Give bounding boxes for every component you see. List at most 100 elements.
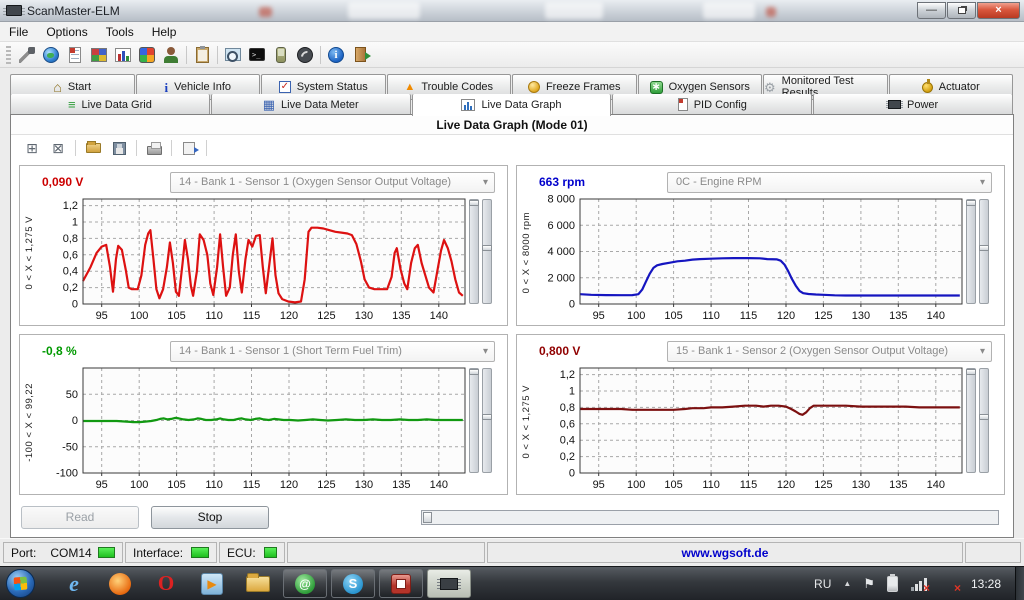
tab-label: Live Data Meter [281, 99, 359, 111]
ecu-label: ECU: [227, 546, 256, 560]
restore-button[interactable] [947, 2, 976, 19]
chart-view-button[interactable] [111, 44, 135, 66]
svg-text:120: 120 [777, 310, 795, 322]
scale-slider[interactable] [469, 368, 479, 473]
titlebar-glass-artifact [703, 2, 755, 19]
taskbar-ie[interactable]: e [61, 571, 87, 597]
gauge-button[interactable] [293, 44, 317, 66]
list-icon: ≡ [68, 98, 76, 111]
terminal-button[interactable]: >_ [245, 44, 269, 66]
theme-button[interactable] [135, 44, 159, 66]
scale-slider[interactable] [966, 199, 976, 304]
user-button[interactable] [159, 44, 183, 66]
website-link[interactable]: www.wgsoft.de [487, 542, 963, 563]
taskbar-media-player[interactable]: ▶ [199, 571, 225, 597]
device-icon [276, 47, 286, 63]
globe-icon [43, 47, 59, 63]
svg-text:110: 110 [205, 479, 223, 491]
tab-power[interactable]: Power [813, 94, 1013, 116]
start-button[interactable] [6, 569, 35, 598]
remove-pid-button[interactable]: ⊠ [45, 138, 71, 159]
titlebar[interactable]: ScanMaster-ELM — × [0, 0, 1024, 22]
chart-panel-stft: -0,8 % 14 - Bank 1 - Sensor 1 (Short Ter… [19, 334, 508, 495]
stop-button[interactable]: Stop [151, 506, 269, 529]
chart-panel-o2-b1s2: 0,800 V 15 - Bank 1 - Sensor 2 (Oxygen S… [516, 334, 1005, 495]
svg-text:130: 130 [852, 310, 870, 322]
action-center-flag-icon[interactable]: ⚑ [863, 576, 875, 592]
export-button[interactable] [176, 138, 202, 159]
taskbar-messenger[interactable]: @ [283, 569, 327, 598]
printer-icon [147, 146, 162, 155]
svg-text:135: 135 [392, 310, 410, 322]
language-indicator[interactable]: RU [814, 577, 831, 591]
svg-text:0: 0 [72, 299, 78, 311]
pid-select[interactable]: 0C - Engine RPM ▾ [667, 172, 992, 193]
svg-text:120: 120 [280, 310, 298, 322]
tab-live-data-graph[interactable]: Live Data Graph [412, 94, 612, 116]
taskbar-red-app[interactable] [379, 569, 423, 598]
color-window-icon [139, 47, 155, 63]
tray-expand-icon[interactable]: ▲ [843, 579, 851, 588]
tab-live-data-meter[interactable]: ▦ Live Data Meter [211, 94, 411, 116]
taskbar-skype[interactable]: S [331, 569, 375, 598]
status-empty [287, 542, 485, 563]
about-button[interactable]: i [324, 44, 348, 66]
device-button[interactable] [269, 44, 293, 66]
interface-label: Interface: [133, 546, 183, 560]
close-button[interactable]: × [977, 2, 1020, 19]
battery-icon[interactable] [887, 576, 898, 592]
save-button[interactable] [106, 138, 132, 159]
tab-live-data-grid[interactable]: ≡Live Data Grid [10, 94, 210, 116]
titlebar-glass-artifact [545, 2, 603, 19]
taskbar-scanmaster-active[interactable] [427, 569, 471, 598]
read-button[interactable]: Read [21, 506, 139, 529]
print-button[interactable] [141, 138, 167, 159]
show-desktop-button[interactable] [1015, 567, 1024, 600]
volume-muted-icon[interactable] [939, 576, 959, 592]
folder-icon [246, 576, 270, 592]
pid-select[interactable]: 14 - Bank 1 - Sensor 1 (Short Term Fuel … [170, 341, 495, 362]
svg-text:1: 1 [569, 386, 575, 398]
svg-text:110: 110 [205, 310, 223, 322]
svg-text:0,8: 0,8 [560, 402, 575, 414]
chart-sliders [469, 194, 492, 304]
freeze-frames-icon [528, 81, 540, 93]
report-button[interactable] [63, 44, 87, 66]
svg-text:1: 1 [72, 217, 78, 229]
connect-button[interactable] [15, 44, 39, 66]
taskbar-firefox[interactable] [107, 571, 133, 597]
offset-slider[interactable] [482, 368, 492, 473]
web-button[interactable] [39, 44, 63, 66]
clipboard-button[interactable] [190, 44, 214, 66]
exit-button[interactable] [348, 44, 372, 66]
meter-grid-icon: ▦ [263, 98, 275, 111]
menu-help[interactable]: Help [143, 22, 186, 41]
open-button[interactable] [80, 138, 106, 159]
network-disconnected-icon[interactable] [910, 577, 927, 591]
scale-slider[interactable] [966, 368, 976, 473]
svg-text:95: 95 [593, 479, 605, 491]
menu-file[interactable]: File [0, 22, 37, 41]
offset-slider[interactable] [979, 368, 989, 473]
charts-grid: 0,090 V 14 - Bank 1 - Sensor 1 (Oxygen S… [19, 165, 1005, 495]
svg-text:135: 135 [889, 310, 907, 322]
grid-view-button[interactable] [87, 44, 111, 66]
svg-text:100: 100 [627, 310, 645, 322]
svg-text:100: 100 [130, 479, 148, 491]
tab-pid-config[interactable]: PID Config [612, 94, 812, 116]
add-pid-button[interactable]: ⊞ [19, 138, 45, 159]
scale-slider[interactable] [469, 199, 479, 304]
minimize-button[interactable]: — [917, 2, 946, 19]
taskbar-opera[interactable]: O [153, 571, 179, 597]
taskbar-explorer[interactable] [245, 571, 271, 597]
search-window-button[interactable] [221, 44, 245, 66]
offset-slider[interactable] [979, 199, 989, 304]
menu-options[interactable]: Options [37, 22, 96, 41]
svg-text:110: 110 [702, 310, 720, 322]
pid-select[interactable]: 15 - Bank 1 - Sensor 2 (Oxygen Sensor Ou… [667, 341, 992, 362]
offset-slider[interactable] [482, 199, 492, 304]
svg-text:120: 120 [280, 479, 298, 491]
menu-tools[interactable]: Tools [97, 22, 143, 41]
pid-select[interactable]: 14 - Bank 1 - Sensor 1 (Oxygen Sensor Ou… [170, 172, 495, 193]
clock[interactable]: 13:28 [971, 577, 1001, 591]
